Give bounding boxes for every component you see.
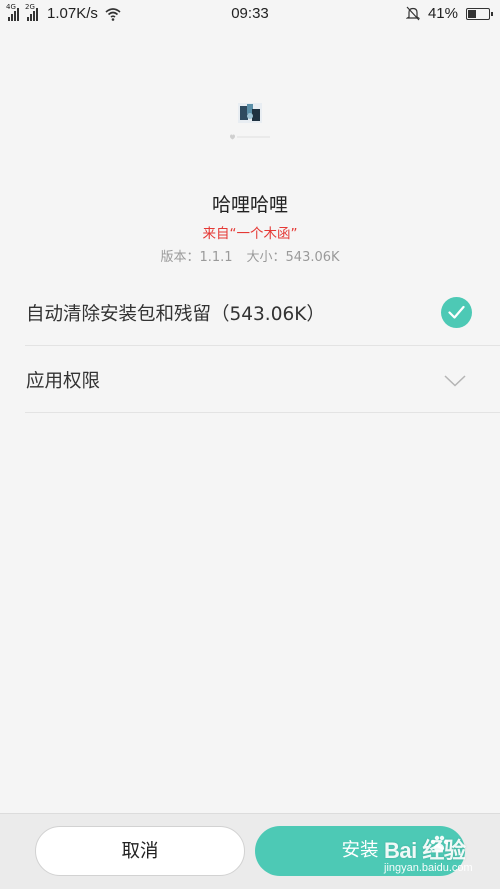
permissions-option[interactable]: 应用权限 — [25, 347, 500, 413]
app-version: 版本：1.1.1 — [160, 250, 233, 265]
status-right: 41% — [405, 5, 493, 22]
app-size: 大小：543.06K — [246, 250, 340, 265]
app-icon-caption — [230, 134, 270, 140]
paw-icon — [430, 835, 449, 853]
chevron-down-icon — [444, 375, 466, 387]
permissions-label: 应用权限 — [26, 370, 101, 392]
baidu-jingyan-watermark: Bai 经验 jingyan.baidu.com — [384, 827, 496, 883]
check-icon — [448, 305, 465, 319]
watermark-url: jingyan.baidu.com — [384, 862, 473, 874]
app-source: 来自“一个木函” — [202, 226, 298, 242]
auto-clean-option[interactable]: 自动清除安装包和残留（543.06K） — [25, 280, 500, 346]
app-meta: 版本：1.1.1 大小：543.06K — [0, 246, 500, 265]
auto-clean-checkbox[interactable] — [441, 297, 472, 328]
bell-muted-icon — [405, 6, 420, 21]
app-name: 哈哩哈哩 — [211, 194, 288, 216]
status-bar: 4G 2G 1.07K/s 09:33 41% — [0, 0, 500, 27]
watermark-logo-text: Bai 经验 — [384, 838, 466, 863]
app-icon — [238, 103, 262, 123]
battery-percent: 41% — [427, 5, 458, 22]
auto-clean-label: 自动清除安装包和残留（543.06K） — [26, 303, 325, 325]
watermark-logo: Bai 经验 — [384, 833, 466, 865]
cancel-button[interactable]: 取消 — [35, 826, 245, 876]
battery-icon — [466, 7, 493, 20]
